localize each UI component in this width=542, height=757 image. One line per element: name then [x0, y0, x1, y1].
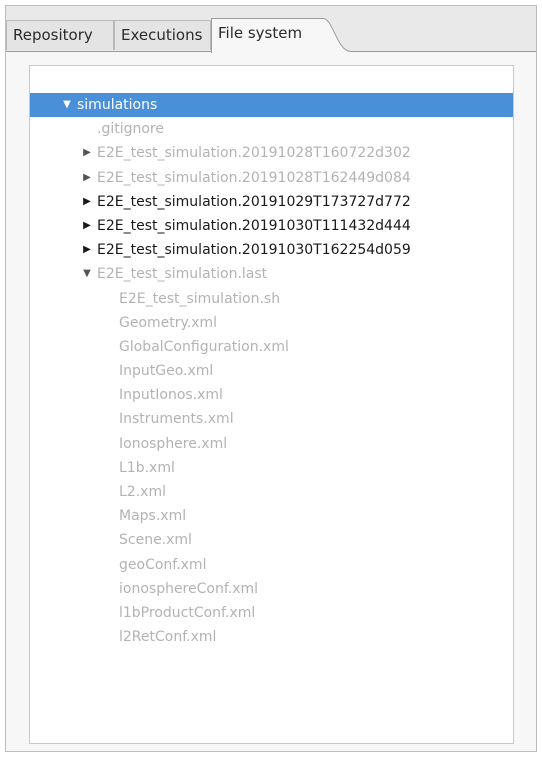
- tree-item-folder[interactable]: ▶ E2E_test_simulation.20191028T162449d084: [30, 166, 513, 190]
- tree-item-file[interactable]: l2RetConf.xml: [30, 625, 513, 649]
- tree-item-label: l1bProductConf.xml: [119, 604, 256, 621]
- chevron-right-icon[interactable]: ▶: [81, 141, 93, 165]
- tree-item-label: E2E_test_simulation.20191030T111432d444: [97, 217, 411, 234]
- tree-item-file[interactable]: l1bProductConf.xml: [30, 601, 513, 625]
- tree-item-label: simulations: [77, 97, 158, 113]
- tree-item-label: Scene.xml: [119, 532, 192, 549]
- tree-item-label: Instruments.xml: [119, 411, 234, 428]
- file-browser-window: Repository Executions File system ▼ simul…: [5, 5, 537, 752]
- tree-item-file[interactable]: E2E_test_simulation.sh: [30, 287, 513, 311]
- chevron-right-icon[interactable]: ▶: [81, 238, 93, 262]
- tree-item-label: E2E_test_simulation.20191029T173727d772: [97, 193, 411, 210]
- chevron-right-icon[interactable]: ▶: [81, 166, 93, 190]
- tree-item-file[interactable]: Ionosphere.xml: [30, 432, 513, 456]
- tree-item-label: InputIonos.xml: [119, 387, 223, 404]
- tree-item-label: GlobalConfiguration.xml: [119, 338, 289, 355]
- tree-item-label: Geometry.xml: [119, 314, 218, 331]
- tab-bar: Repository Executions File system: [6, 6, 536, 53]
- tree-item-file[interactable]: .gitignore: [30, 117, 513, 141]
- tab-file-system[interactable]: File system: [211, 18, 321, 53]
- tab-executions[interactable]: Executions: [114, 20, 211, 50]
- tree-item-label: L1b.xml: [119, 459, 175, 476]
- tree-item-label: E2E_test_simulation.last: [97, 266, 268, 283]
- tree-item-folder[interactable]: ▶ E2E_test_simulation.20191030T111432d444: [30, 214, 513, 238]
- tree-root-simulations[interactable]: ▼ simulations: [30, 93, 513, 118]
- tab-curve-decoration: [319, 18, 353, 53]
- tree-item-file[interactable]: Instruments.xml: [30, 407, 513, 431]
- tree-item-file[interactable]: Geometry.xml: [30, 311, 513, 335]
- tree-item-label: InputGeo.xml: [119, 363, 214, 380]
- tree-item-label: E2E_test_simulation.20191028T160722d302: [97, 145, 411, 162]
- tree-item-folder[interactable]: ▼ E2E_test_simulation.last: [30, 262, 513, 286]
- tab-repository[interactable]: Repository: [6, 20, 114, 50]
- chevron-right-icon[interactable]: ▶: [81, 214, 93, 238]
- tree-item-file[interactable]: InputGeo.xml: [30, 359, 513, 383]
- tree-item-file[interactable]: L2.xml: [30, 480, 513, 504]
- chevron-down-icon[interactable]: ▼: [61, 93, 73, 117]
- tree-header-strip: [30, 66, 513, 93]
- tree-item-label: L2.xml: [119, 484, 166, 500]
- tree-item-file[interactable]: Scene.xml: [30, 528, 513, 552]
- tree-item-label: E2E_test_simulation.20191028T162449d084: [97, 169, 411, 186]
- tree-item-label: Ionosphere.xml: [119, 435, 228, 452]
- chevron-right-icon[interactable]: ▶: [81, 190, 93, 214]
- tree-item-label: l2RetConf.xml: [119, 629, 217, 646]
- tree-item-file[interactable]: GlobalConfiguration.xml: [30, 335, 513, 359]
- tree-item-label: Maps.xml: [119, 508, 187, 525]
- tree-item-folder[interactable]: ▶ E2E_test_simulation.20191030T162254d059: [30, 238, 513, 262]
- tree-item-label: E2E_test_simulation.20191030T162254d059: [97, 242, 411, 259]
- tree-item-file[interactable]: L1b.xml: [30, 456, 513, 480]
- tree-item-file[interactable]: ionosphereConf.xml: [30, 577, 513, 601]
- tree-item-file[interactable]: Maps.xml: [30, 504, 513, 528]
- file-system-panel: ▼ simulations .gitignore ▶ E2E_test_simulati…: [6, 52, 536, 751]
- tree-item-label: .gitignore: [97, 121, 164, 138]
- tree-item-folder[interactable]: ▶ E2E_test_simulation.20191028T160722d302: [30, 141, 513, 165]
- tree-item-label: ionosphereConf.xml: [119, 580, 259, 597]
- tree-item-label: E2E_test_simulation.sh: [119, 290, 281, 307]
- tree-item-file[interactable]: InputIonos.xml: [30, 383, 513, 407]
- tree-item-folder[interactable]: ▶ E2E_test_simulation.20191029T173727d772: [30, 190, 513, 214]
- file-tree[interactable]: ▼ simulations .gitignore ▶ E2E_test_simulati…: [29, 65, 514, 744]
- chevron-down-icon[interactable]: ▼: [81, 262, 93, 286]
- tree-item-file[interactable]: geoConf.xml: [30, 553, 513, 577]
- tree-item-label: geoConf.xml: [119, 556, 207, 573]
